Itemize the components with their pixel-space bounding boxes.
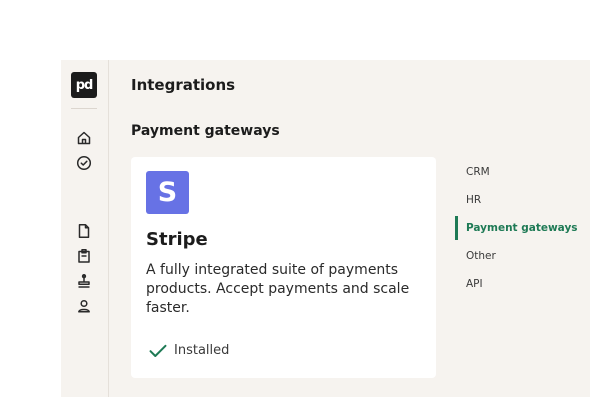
integration-title: Stripe: [146, 229, 208, 250]
app-window: pd Integrations Payment gateways S Strip…: [61, 60, 590, 397]
category-nav-crm[interactable]: CRM: [455, 158, 590, 186]
integration-description: A fully integrated suite of payments pro…: [146, 262, 410, 316]
status-label: Installed: [174, 343, 230, 358]
check-circle-icon[interactable]: [75, 154, 93, 172]
installed-status: Installed: [149, 343, 229, 358]
section-title: Payment gateways: [131, 123, 280, 139]
rail-divider: [71, 108, 97, 109]
category-nav-other[interactable]: Other: [455, 242, 590, 270]
stripe-logo: S: [146, 171, 189, 214]
category-nav-hr[interactable]: HR: [455, 186, 590, 214]
user-icon[interactable]: [75, 297, 93, 315]
category-nav-api[interactable]: API: [455, 270, 590, 298]
integration-card-stripe[interactable]: S Stripe A fully integrated suite of pay…: [131, 157, 436, 378]
clipboard-icon[interactable]: [75, 247, 93, 265]
sidebar-rail: pd: [61, 60, 109, 397]
page-title: Integrations: [131, 76, 236, 94]
stripe-logo-letter: S: [157, 177, 178, 208]
stamp-icon[interactable]: [75, 272, 93, 290]
checkmark-icon: [149, 344, 167, 357]
document-icon[interactable]: [75, 222, 93, 240]
category-nav: CRM HR Payment gateways Other API: [455, 158, 590, 298]
pandadoc-logo[interactable]: pd: [71, 72, 97, 98]
logo-text: pd: [75, 77, 94, 93]
home-icon[interactable]: [75, 129, 93, 147]
category-nav-payment-gateways[interactable]: Payment gateways: [455, 214, 590, 242]
